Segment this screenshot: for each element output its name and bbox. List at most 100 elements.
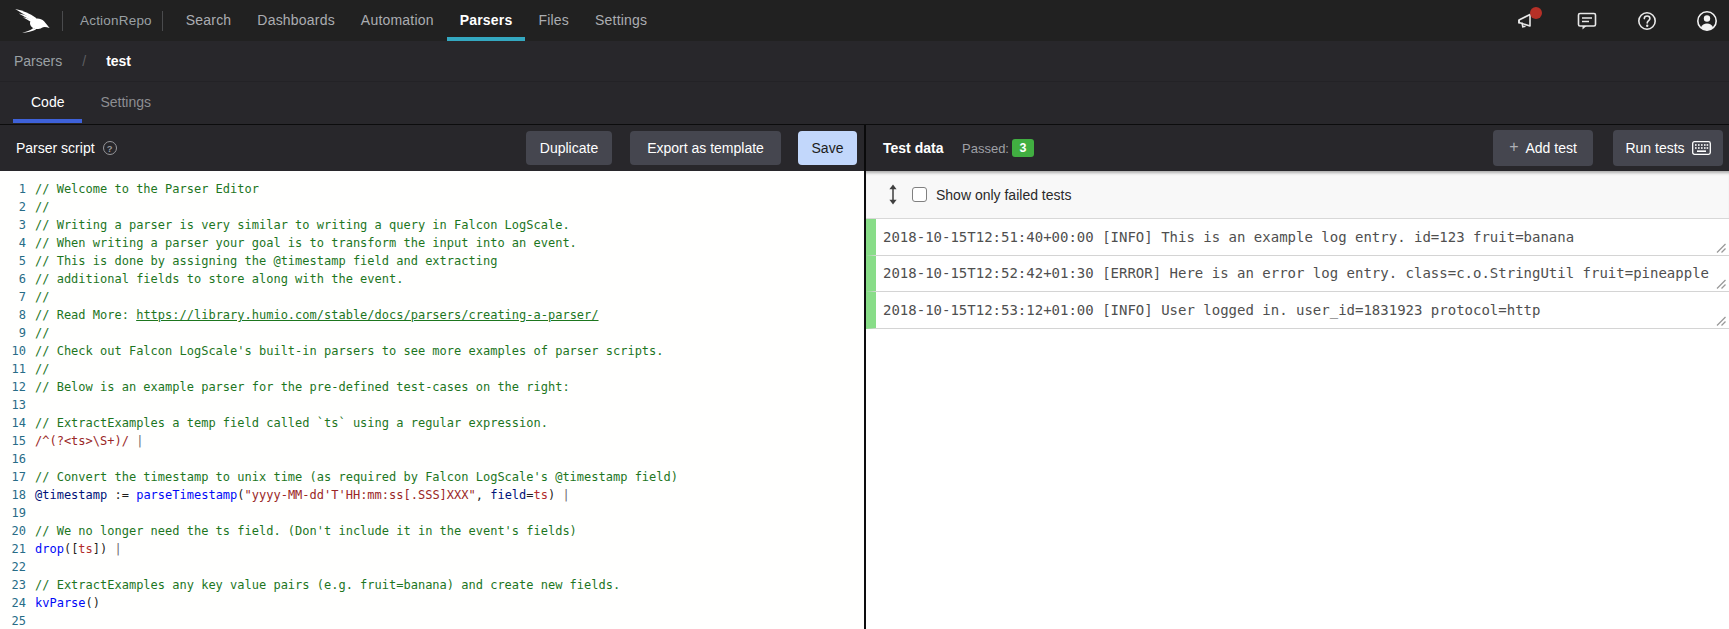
resize-grip-icon[interactable] <box>1716 279 1726 289</box>
code-line-16: 16 <box>0 450 864 468</box>
top-nav: ActionRepo SearchDashboardsAutomationPar… <box>0 0 1729 41</box>
plus-icon: + <box>1509 138 1518 156</box>
nav-item-files[interactable]: Files <box>525 0 582 41</box>
code-line-19: 19 <box>0 504 864 522</box>
export-template-button[interactable]: Export as template <box>630 131 781 165</box>
code-line-8: 8// Read More: https://library.humio.com… <box>0 306 864 324</box>
run-tests-button[interactable]: Run tests <box>1613 130 1723 166</box>
parser-help-icon[interactable]: ? <box>103 141 117 155</box>
line-number-6: 6 <box>0 270 26 288</box>
code-line-22: 22 <box>0 558 864 576</box>
parser-script-title: Parser script ? <box>16 125 117 171</box>
announcements-icon[interactable] <box>1515 9 1539 33</box>
duplicate-button[interactable]: Duplicate <box>526 131 612 165</box>
crowdstrike-falcon-logo[interactable] <box>12 7 50 34</box>
code-line-15: 15/^(?<ts>\S+)/ | <box>0 432 864 450</box>
resize-grip-icon[interactable] <box>1716 316 1726 326</box>
line-number-25: 25 <box>0 612 26 629</box>
line-number-1: 1 <box>0 180 26 198</box>
keyboard-icon <box>1692 141 1711 155</box>
code-line-1: 1// Welcome to the Parser Editor <box>0 180 864 198</box>
code-line-2: 2// <box>0 198 864 216</box>
add-test-button[interactable]: +Add test <box>1493 130 1593 166</box>
show-failed-checkbox[interactable] <box>912 187 927 202</box>
line-number-4: 4 <box>0 234 26 252</box>
line-number-8: 8 <box>0 306 26 324</box>
code-line-12: 12// Below is an example parser for the … <box>0 378 864 396</box>
nav-separator <box>62 11 63 31</box>
code-line-14: 14// ExtractExamples a temp field called… <box>0 414 864 432</box>
resize-grip-icon[interactable] <box>1716 243 1726 253</box>
tab-settings[interactable]: Settings <box>82 82 169 124</box>
code-line-18: 18@timestamp := parseTimestamp("yyyy-MM-… <box>0 486 864 504</box>
parser-code-editor[interactable]: 1// Welcome to the Parser Editor2//3// W… <box>0 171 864 629</box>
account-icon[interactable] <box>1695 9 1719 33</box>
nav-item-dashboards[interactable]: Dashboards <box>244 0 348 41</box>
line-number-21: 21 <box>0 540 26 558</box>
test-case-text-2: 2018-10-15T12:52:42+01:30 [ERROR] Here i… <box>883 265 1709 281</box>
code-line-3: 3// Writing a parser is very similar to … <box>0 216 864 234</box>
code-line-7: 7// <box>0 288 864 306</box>
line-number-11: 11 <box>0 360 26 378</box>
line-number-5: 5 <box>0 252 26 270</box>
test-filter-row: Show only failed tests <box>866 171 1729 219</box>
line-number-12: 12 <box>0 378 26 396</box>
line-number-13: 13 <box>0 396 26 414</box>
passed-count-badge: 3 <box>1012 139 1034 157</box>
parser-toolbar: Parser script ? Duplicate Export as temp… <box>0 125 864 171</box>
line-number-9: 9 <box>0 324 26 342</box>
notification-dot <box>1530 7 1542 19</box>
code-line-5: 5// This is done by assigning the @times… <box>0 252 864 270</box>
tab-bar: CodeSettings <box>0 81 1729 125</box>
line-number-22: 22 <box>0 558 26 576</box>
toolbar: Parser script ? Duplicate Export as temp… <box>0 125 1729 171</box>
line-number-19: 19 <box>0 504 26 522</box>
line-number-10: 10 <box>0 342 26 360</box>
line-number-18: 18 <box>0 486 26 504</box>
nav-item-search[interactable]: Search <box>173 0 245 41</box>
line-number-20: 20 <box>0 522 26 540</box>
line-number-7: 7 <box>0 288 26 306</box>
nav-item-settings[interactable]: Settings <box>582 0 660 41</box>
test-case-row-3[interactable]: 2018-10-15T12:53:12+01:00 [INFO] User lo… <box>866 292 1729 329</box>
breadcrumb-parsers[interactable]: Parsers <box>14 53 62 69</box>
save-button[interactable]: Save <box>798 131 857 165</box>
help-icon[interactable] <box>1635 9 1659 33</box>
line-number-2: 2 <box>0 198 26 216</box>
test-case-text-1: 2018-10-15T12:51:40+00:00 [INFO] This is… <box>883 229 1574 245</box>
code-line-10: 10// Check out Falcon LogScale's built-i… <box>0 342 864 360</box>
nav-icons <box>1515 0 1719 41</box>
line-number-15: 15 <box>0 432 26 450</box>
resize-vertical-icon[interactable] <box>887 184 899 205</box>
breadcrumb-separator: / <box>82 53 86 69</box>
line-number-23: 23 <box>0 576 26 594</box>
code-line-23: 23// ExtractExamples any key value pairs… <box>0 576 864 594</box>
main-content: 1// Welcome to the Parser Editor2//3// W… <box>0 171 1729 629</box>
line-number-24: 24 <box>0 594 26 612</box>
line-number-16: 16 <box>0 450 26 468</box>
repo-name[interactable]: ActionRepo <box>80 13 152 28</box>
passed-label: Passed: <box>962 125 1009 171</box>
test-panel: Show only failed tests 2018-10-15T12:51:… <box>866 171 1729 629</box>
line-number-14: 14 <box>0 414 26 432</box>
breadcrumb-current: test <box>106 53 131 69</box>
code-line-20: 20// We no longer need the ts field. (Do… <box>0 522 864 540</box>
breadcrumb: Parsers / test <box>0 41 1729 81</box>
parser-script-label: Parser script <box>16 140 95 156</box>
code-line-24: 24kvParse() <box>0 594 864 612</box>
test-case-row-2[interactable]: 2018-10-15T12:52:42+01:30 [ERROR] Here i… <box>866 256 1729 293</box>
test-case-row-1[interactable]: 2018-10-15T12:51:40+00:00 [INFO] This is… <box>866 219 1729 256</box>
test-case-text-3: 2018-10-15T12:53:12+01:00 [INFO] User lo… <box>883 302 1540 318</box>
nav-separator-2 <box>162 11 163 31</box>
tab-code[interactable]: Code <box>13 82 82 124</box>
code-line-13: 13 <box>0 396 864 414</box>
nav-item-parsers[interactable]: Parsers <box>447 0 526 41</box>
code-line-17: 17// Convert the timestamp to unix time … <box>0 468 864 486</box>
chat-icon[interactable] <box>1575 9 1599 33</box>
nav-item-automation[interactable]: Automation <box>348 0 447 41</box>
nav-menu: SearchDashboardsAutomationParsersFilesSe… <box>173 0 660 41</box>
show-failed-label: Show only failed tests <box>936 187 1071 203</box>
code-line-4: 4// When writing a parser your goal is t… <box>0 234 864 252</box>
test-toolbar: Test data Passed: 3 +Add test Run tests <box>866 125 1729 171</box>
code-line-21: 21drop([ts]) | <box>0 540 864 558</box>
